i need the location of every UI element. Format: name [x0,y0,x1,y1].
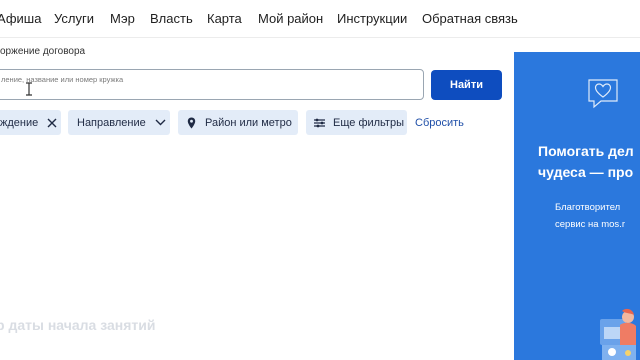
search-box[interactable] [0,69,424,100]
page: Афиша Услуги Мэр Власть Карта Мой район … [0,0,640,360]
chip-selected-label: ждение [0,116,39,129]
reset-link[interactable]: Сбросить [415,117,464,129]
nav-item-instrukcii[interactable]: Инструкции [337,11,407,26]
volunteer-illustration [600,308,636,360]
nav-item-feedback[interactable]: Обратная связь [422,11,518,26]
text-cursor-icon [26,82,32,96]
nav-item-moy-rayon[interactable]: Мой район [258,11,323,26]
heart-chat-icon [588,79,618,109]
filter-subtitle: оржение договора [0,46,86,57]
chip-region-label: Район или метро [205,116,292,129]
nav-item-karta[interactable]: Карта [207,11,242,26]
chevron-down-icon [155,119,166,126]
find-button[interactable]: Найти [431,70,502,100]
map-pin-icon [187,117,196,128]
chip-direction-label: Направление [77,116,146,129]
close-icon[interactable] [47,118,57,128]
promo-banner[interactable]: Помогать дел чудеса — про Благотворител … [514,52,640,360]
top-navigation: Афиша Услуги Мэр Власть Карта Мой район … [0,0,640,38]
chip-selected-filter[interactable]: ждение [0,110,61,135]
nav-item-vlast[interactable]: Власть [150,11,193,26]
sliders-icon [314,118,325,127]
nav-item-mer[interactable]: Мэр [110,11,135,26]
banner-title: Помогать дел чудеса — про [538,143,634,180]
sort-hint: р даты начала занятий [0,317,156,333]
nav-item-afisha[interactable]: Афиша [0,11,41,26]
banner-description: Благотворител сервис на mos.r [555,202,625,230]
search-input[interactable] [1,72,421,86]
chip-more-filters[interactable]: Еще фильтры [306,110,407,135]
chip-direction[interactable]: Направление [68,110,170,135]
chip-region[interactable]: Район или метро [178,110,298,135]
chip-more-label: Еще фильтры [333,116,404,129]
nav-item-uslugi[interactable]: Услуги [54,11,94,26]
